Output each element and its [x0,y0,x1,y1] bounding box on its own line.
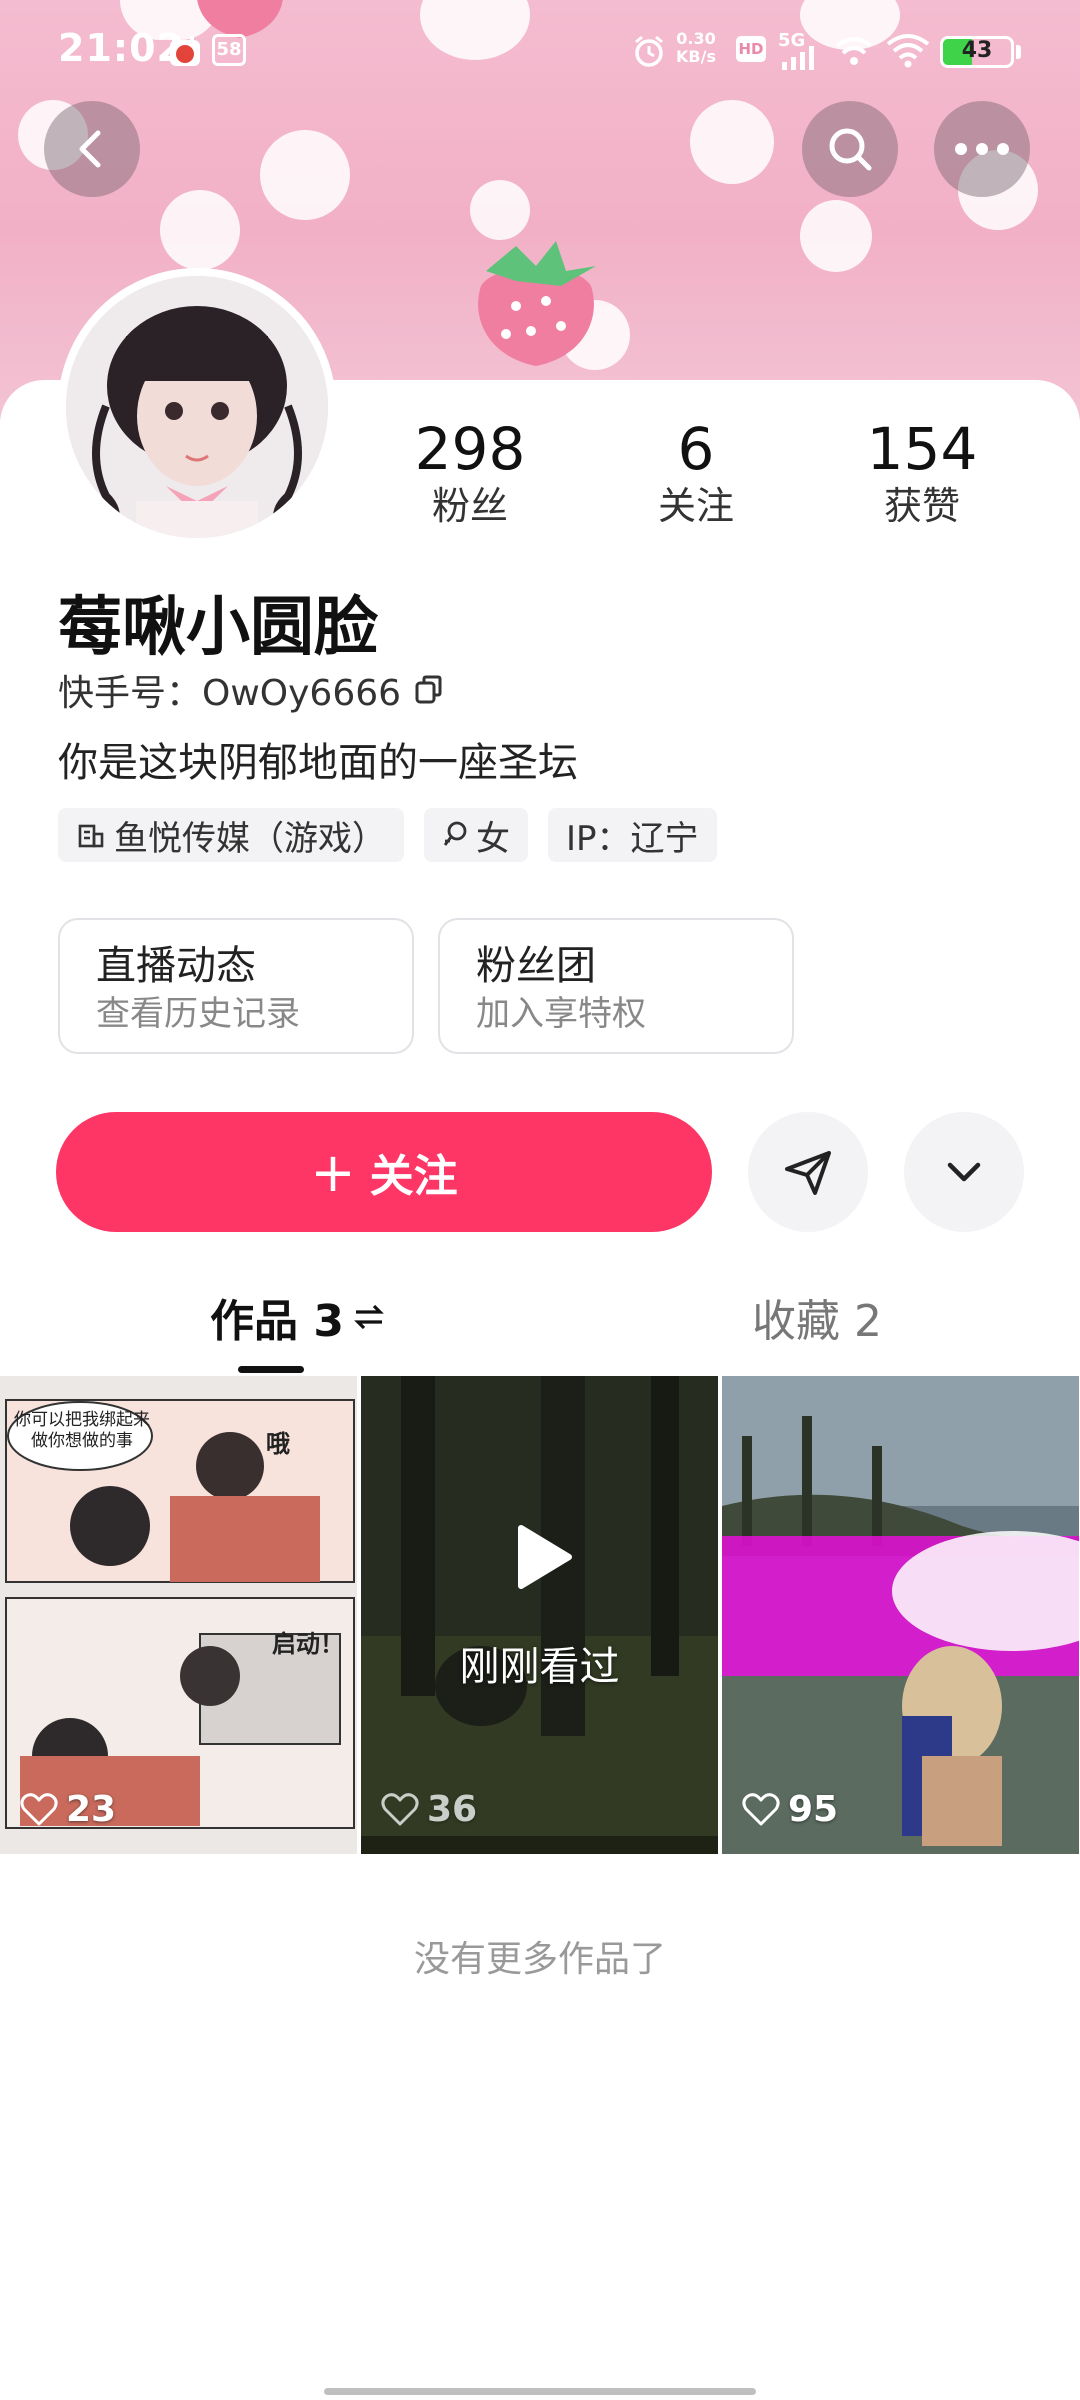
tile-likes: 23 [20,1789,116,1830]
net-speed-value: 0.30 [676,29,716,48]
fan-club-title: 粉丝团 [476,943,596,989]
tile-likes-count: 36 [427,1789,478,1830]
comic-caption-1: 你可以把我绑起来做你想做的事 [14,1410,150,1451]
stat-followers-label: 粉丝 [431,484,508,528]
kuaishou-id-text: 快手号：OwOy6666 [58,673,402,714]
live-history-subtitle: 查看历史记录 [96,994,300,1034]
avatar[interactable] [58,268,336,546]
stat-likes-value: 154 [866,415,978,483]
tile-likes: 95 [742,1789,838,1830]
recently-watched-label: 刚刚看过 [459,1644,620,1690]
no-more-works: 没有更多作品了 [413,1939,666,1980]
tag-gender: 女 [424,808,528,862]
building-icon [78,824,104,848]
follow-button[interactable]: + 关注 [56,1112,712,1232]
work-tile[interactable]: 95 [722,1376,1079,1854]
search-button[interactable] [802,101,898,197]
copy-icon[interactable] [413,674,445,706]
profile-tags: 鱼悦传媒（游戏） 女 IP：辽宁 [58,808,717,862]
female-icon [443,821,467,846]
live-history-box[interactable]: 直播动态 查看历史记录 [58,918,414,1054]
tab-works[interactable]: 作品 3 [210,1285,386,1349]
heart-icon [381,1792,419,1825]
username: 莓啾小圆脸 [58,591,378,665]
stat-likes-label: 获赞 [883,484,960,528]
stat-followers-value: 298 [414,415,526,483]
comic-caption-2: 哦 [266,1430,290,1458]
battery-icon: 43 [940,36,1014,68]
work-thumbnail [722,1376,1079,1854]
sort-toggle-icon[interactable] [352,1302,386,1332]
more-dots-icon [955,143,1009,155]
home-indicator[interactable] [324,2388,756,2395]
follow-label: 关注 [369,1151,458,1202]
tile-likes: 36 [381,1789,477,1830]
send-icon [785,1151,831,1195]
back-button[interactable] [44,101,140,197]
play-icon [518,1525,572,1589]
net-speed-unit: KB/s [676,47,716,66]
stat-following-value: 6 [677,415,715,483]
status-bar: 21:02 58 0.30 KB/s HD 5G 43 [0,0,1080,100]
avatar-image [66,276,328,538]
tag-company[interactable]: 鱼悦传媒（游戏） [58,808,404,862]
tile-likes-count: 23 [66,1789,117,1830]
signal-icon [782,46,814,70]
app-notification-icon [170,36,200,66]
more-options-button[interactable] [904,1112,1024,1232]
back-chevron-icon [79,130,101,168]
work-thumbnail [361,1376,718,1854]
plus-icon: + [310,1140,356,1204]
banner-dot [260,130,350,220]
stat-likes[interactable]: 154 获赞 [822,415,1022,529]
tab-works-label: 作品 3 [210,1296,344,1347]
battery-text: 43 [961,38,993,63]
banner-dot [160,190,240,270]
heart-icon [742,1792,780,1825]
work-tile[interactable]: 你可以把我绑起来做你想做的事 哦 启动！ 23 [0,1376,357,1854]
status-time: 21:02 [58,26,184,70]
net-speed: 0.30 KB/s [676,30,716,66]
fan-club-subtitle: 加入享特权 [476,994,646,1034]
live-history-title: 直播动态 [96,943,256,989]
strawberry-icon [478,241,596,366]
tab-indicator [238,1366,304,1373]
wifi-icon [886,34,930,68]
tag-gender-label: 女 [476,818,510,859]
search-icon [829,128,872,171]
more-button[interactable] [934,101,1030,197]
chevron-down-icon [947,1162,981,1182]
work-tile[interactable]: 刚刚看过 36 [361,1376,718,1854]
bio: 你是这块阴郁地面的一座圣坛 [58,740,578,786]
hd-badge: HD [736,36,766,62]
tab-favorites[interactable]: 收藏 2 [752,1285,882,1349]
stat-followers[interactable]: 298 粉丝 [370,415,570,529]
heart-icon [20,1792,58,1825]
stat-following[interactable]: 6 关注 [596,415,796,529]
tag-ip: IP：辽宁 [548,808,717,862]
works-grid: 你可以把我绑起来做你想做的事 哦 启动！ 23 刚刚看过 36 95 [0,1376,1080,1854]
banner-dot [800,200,872,272]
message-button[interactable] [748,1112,868,1232]
kuaishou-id[interactable]: 快手号：OwOy6666 [58,664,445,716]
banner-dot [690,100,774,184]
tag-ip-label: IP：辽宁 [566,818,699,859]
fan-club-box[interactable]: 粉丝团 加入享特权 [438,918,794,1054]
stat-following-label: 关注 [657,484,734,528]
battery-cap [1016,45,1021,59]
comic-caption-3: 启动！ [272,1630,344,1658]
wifi-calling-icon [835,37,873,65]
notification-badge: 58 [212,34,246,66]
tag-company-label: 鱼悦传媒（游戏） [114,818,386,859]
tile-likes-count: 95 [788,1789,839,1830]
alarm-icon [635,35,663,67]
